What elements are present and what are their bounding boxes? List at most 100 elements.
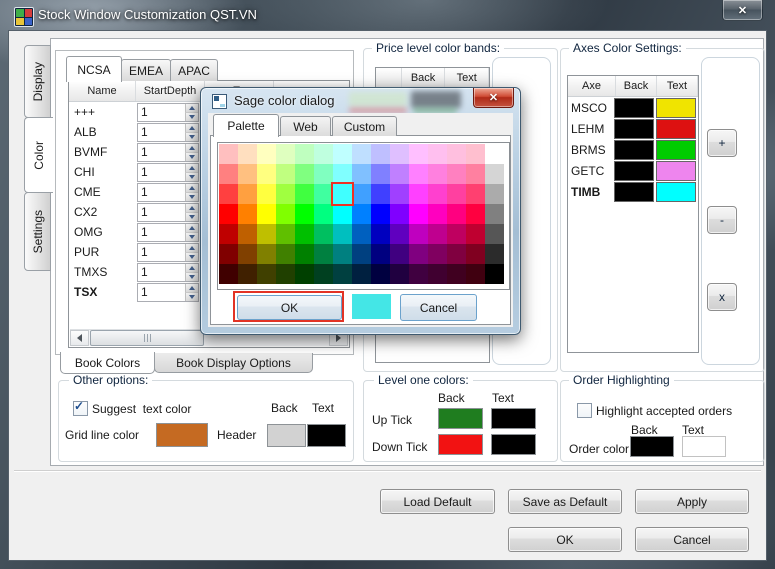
palette-cell[interactable]	[238, 184, 257, 204]
palette-cell[interactable]	[390, 264, 409, 284]
palette-cell[interactable]	[219, 264, 238, 284]
axis-back-swatch[interactable]	[614, 161, 654, 181]
palette-cell[interactable]	[257, 144, 276, 164]
highlight-accepted-orders-checkbox[interactable]	[577, 403, 592, 418]
palette-cell[interactable]	[409, 224, 428, 244]
spinner-up-button[interactable]	[185, 164, 198, 172]
palette-cell[interactable]	[333, 184, 352, 204]
palette-cell[interactable]	[257, 224, 276, 244]
spinner-up-button[interactable]	[185, 264, 198, 272]
palette-cell[interactable]	[390, 184, 409, 204]
palette-cell[interactable]	[352, 244, 371, 264]
palette-cell[interactable]	[352, 204, 371, 224]
tab-palette[interactable]: Palette	[213, 114, 279, 137]
palette-cell[interactable]	[352, 184, 371, 204]
axes-add-button[interactable]: +	[707, 129, 737, 157]
tab-emea[interactable]: EMEA	[121, 59, 171, 81]
axis-back-swatch[interactable]	[614, 98, 654, 118]
axis-text-swatch[interactable]	[656, 182, 696, 202]
down-tick-text-swatch[interactable]	[491, 434, 536, 455]
start-depth-spinner[interactable]: 1	[137, 263, 199, 282]
tab-settings[interactable]: Settings	[24, 192, 51, 271]
spinner-down-button[interactable]	[185, 192, 198, 201]
palette-cell[interactable]	[447, 144, 466, 164]
palette-cell[interactable]	[276, 224, 295, 244]
palette-cell[interactable]	[428, 224, 447, 244]
palette-cell[interactable]	[238, 244, 257, 264]
tab-custom[interactable]: Custom	[332, 116, 397, 136]
spinner-up-button[interactable]	[185, 124, 198, 132]
palette-cell[interactable]	[314, 164, 333, 184]
palette-cell[interactable]	[371, 204, 390, 224]
palette-cell[interactable]	[333, 264, 352, 284]
order-text-swatch[interactable]	[682, 436, 726, 457]
palette-cell[interactable]	[219, 184, 238, 204]
palette-cell[interactable]	[276, 244, 295, 264]
palette-cell[interactable]	[485, 204, 504, 224]
palette-cell[interactable]	[428, 164, 447, 184]
palette-cell[interactable]	[295, 204, 314, 224]
palette-cell[interactable]	[390, 164, 409, 184]
header-text-swatch[interactable]	[307, 424, 346, 447]
start-depth-spinner[interactable]: 1	[137, 223, 199, 242]
tab-ncsa[interactable]: NCSA	[66, 56, 122, 82]
tab-book-display-options[interactable]: Book Display Options	[154, 353, 313, 373]
palette-cell[interactable]	[295, 144, 314, 164]
palette-cell[interactable]	[428, 184, 447, 204]
palette-cell[interactable]	[447, 224, 466, 244]
tab-display[interactable]: Display	[24, 45, 51, 118]
palette-cell[interactable]	[428, 204, 447, 224]
table-row[interactable]: BRMS	[568, 139, 698, 160]
palette-cell[interactable]	[257, 164, 276, 184]
spinner-up-button[interactable]	[185, 104, 198, 112]
apply-button[interactable]: Apply	[635, 489, 749, 514]
palette-cell[interactable]	[466, 244, 485, 264]
spinner-up-button[interactable]	[185, 184, 198, 192]
table-row[interactable]: TIMB	[568, 181, 698, 202]
palette-cell[interactable]	[238, 164, 257, 184]
palette-cell[interactable]	[295, 184, 314, 204]
header-back-swatch[interactable]	[267, 424, 306, 447]
spinner-down-button[interactable]	[185, 232, 198, 241]
palette-cell[interactable]	[219, 144, 238, 164]
spinner-up-button[interactable]	[185, 224, 198, 232]
palette-cell[interactable]	[390, 224, 409, 244]
palette-cell[interactable]	[314, 244, 333, 264]
palette-cell[interactable]	[390, 144, 409, 164]
palette-cell[interactable]	[447, 204, 466, 224]
palette-cell[interactable]	[447, 264, 466, 284]
spinner-up-button[interactable]	[185, 144, 198, 152]
dialog-ok-button[interactable]: OK	[237, 295, 342, 320]
palette-cell[interactable]	[485, 224, 504, 244]
palette-cell[interactable]	[333, 224, 352, 244]
start-depth-spinner[interactable]: 1	[137, 283, 199, 302]
axis-back-swatch[interactable]	[614, 140, 654, 160]
spinner-down-button[interactable]	[185, 252, 198, 261]
palette-cell[interactable]	[333, 164, 352, 184]
axis-text-swatch[interactable]	[656, 161, 696, 181]
table-row[interactable]: LEHM	[568, 118, 698, 139]
palette-cell[interactable]	[371, 224, 390, 244]
palette-cell[interactable]	[485, 164, 504, 184]
palette-cell[interactable]	[390, 244, 409, 264]
spinner-up-button[interactable]	[185, 244, 198, 252]
palette-cell[interactable]	[257, 204, 276, 224]
palette-cell[interactable]	[352, 264, 371, 284]
palette-cell[interactable]	[333, 144, 352, 164]
suggest-text-color-checkbox[interactable]: ✓	[73, 401, 88, 416]
palette-cell[interactable]	[276, 204, 295, 224]
down-tick-back-swatch[interactable]	[438, 434, 483, 455]
palette-cell[interactable]	[447, 184, 466, 204]
palette-cell[interactable]	[295, 224, 314, 244]
spinner-down-button[interactable]	[185, 212, 198, 221]
palette-cell[interactable]	[333, 244, 352, 264]
palette-cell[interactable]	[409, 144, 428, 164]
axis-text-swatch[interactable]	[656, 98, 696, 118]
dialog-cancel-button[interactable]: Cancel	[400, 294, 477, 321]
palette-cell[interactable]	[276, 264, 295, 284]
palette-cell[interactable]	[371, 144, 390, 164]
palette-cell[interactable]	[371, 184, 390, 204]
palette-cell[interactable]	[295, 164, 314, 184]
order-back-swatch[interactable]	[630, 436, 674, 457]
palette-cell[interactable]	[314, 184, 333, 204]
